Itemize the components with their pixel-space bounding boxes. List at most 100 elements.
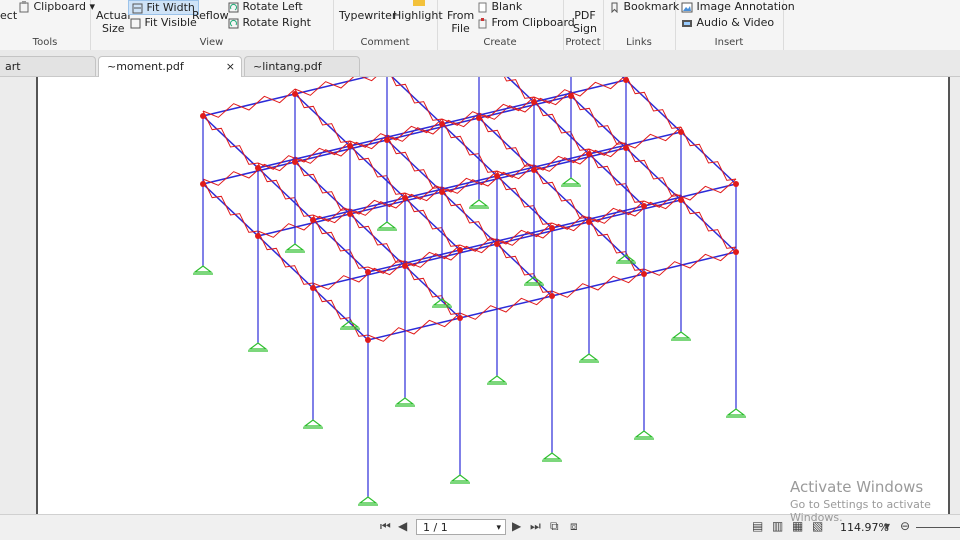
beam (202, 115, 259, 169)
rotate-right-button[interactable]: Rotate Right (228, 16, 311, 29)
beam (312, 265, 406, 289)
fixed-support-icon (561, 177, 581, 187)
moment-curve (680, 194, 737, 249)
joint-node (365, 337, 371, 343)
joint-node (292, 159, 298, 165)
single-page-view-icon[interactable]: ▤ (752, 519, 763, 533)
joint-node (733, 181, 739, 187)
tab-moment-pdf[interactable]: ~moment.pdf × (98, 56, 242, 77)
bookmark-button[interactable]: Bookmark (609, 0, 679, 13)
structural-moment-diagram (193, 22, 746, 506)
joint-node (200, 113, 206, 119)
document-area[interactable] (0, 22, 960, 514)
tab-start-label: art (5, 60, 21, 73)
pdf-sign-label-2: Sign (573, 22, 597, 35)
watermark-line-1: Activate Windows (790, 478, 924, 496)
typewriter-button[interactable]: Typewriter (339, 9, 396, 22)
tab-start[interactable]: art (0, 56, 96, 76)
fit-visible-icon (130, 18, 141, 28)
next-page-icon[interactable]: ▶ (512, 519, 521, 533)
links-group: Bookmark Links (603, 0, 679, 50)
image-annotation-label: Image Annotation (696, 0, 795, 13)
joint-node (623, 77, 629, 83)
beam (257, 213, 351, 237)
zoom-slider[interactable] (916, 527, 960, 528)
continuous-view-icon[interactable]: ▥ (772, 519, 783, 533)
activate-windows-watermark: Activate Windows Go to Settings to activ… (790, 478, 960, 524)
two-page-view-icon[interactable]: ⧈ (570, 519, 578, 534)
beam (625, 147, 682, 201)
bookmark-label: Bookmark (623, 0, 680, 13)
rotate-left-icon (228, 2, 239, 12)
first-page-icon[interactable]: ⏮ (380, 519, 391, 534)
actual-size-label-2: Size (101, 22, 125, 35)
beam (294, 139, 388, 163)
fit-visible-button[interactable]: Fit Visible (130, 16, 197, 29)
comment-group: Typewriter Highlight Comment (333, 0, 443, 50)
moment-curve (312, 282, 369, 337)
fixed-support-icon (193, 265, 213, 275)
highlight-button[interactable]: Highlight (393, 9, 443, 22)
fixed-support-icon (634, 430, 654, 440)
beam (367, 317, 461, 341)
moment-curve (202, 110, 259, 165)
fit-width-icon (132, 3, 143, 13)
rotate-left-button[interactable]: Rotate Left (228, 0, 303, 13)
tab-lintang-pdf[interactable]: ~lintang.pdf (244, 56, 360, 76)
last-page-icon[interactable]: ⏭ (530, 519, 541, 534)
fit-visible-label: Fit Visible (144, 16, 197, 29)
beam (588, 199, 682, 223)
joint-node (255, 165, 261, 171)
actual-size-button[interactable]: Actual Size (96, 9, 130, 35)
blank-button[interactable]: Blank (477, 0, 522, 13)
joint-node (476, 115, 482, 121)
joint-node (402, 263, 408, 269)
clipboard-label: Clipboard (33, 0, 87, 13)
moment-curve (570, 90, 627, 145)
beam (496, 221, 590, 245)
joint-node (310, 285, 316, 291)
beam (680, 131, 737, 185)
moment-curve (496, 238, 553, 293)
from-clipboard-button[interactable]: From Clipboard (477, 16, 575, 29)
protect-group-label: Protect (565, 37, 601, 48)
beam (202, 161, 296, 185)
pdf-page (36, 22, 950, 514)
beam (570, 27, 627, 81)
select-button[interactable]: ect (0, 9, 17, 22)
page-view-icon[interactable]: ⧉ (550, 519, 559, 534)
moment-curve (202, 178, 259, 233)
moment-curve (294, 88, 351, 143)
previous-page-icon[interactable]: ◀ (398, 519, 407, 533)
joint-node (586, 219, 592, 225)
beam (257, 145, 351, 169)
from-file-button[interactable]: From File (447, 9, 474, 35)
joint-node (347, 211, 353, 217)
pdf-sign-button[interactable]: PDF Sign (573, 9, 597, 35)
beam (202, 93, 296, 117)
close-icon[interactable]: × (226, 57, 235, 77)
fit-width-button[interactable]: Fit Width (128, 0, 199, 15)
fixed-support-icon (542, 452, 562, 462)
moment-curve (533, 164, 590, 219)
create-group: From File Blank From Clipboard Create (437, 0, 575, 50)
beam (496, 153, 590, 177)
joint-node (549, 293, 555, 299)
beam (312, 287, 369, 341)
reflow-button[interactable]: Reflow (192, 9, 229, 22)
beam (588, 221, 645, 275)
beam (533, 147, 627, 171)
audio-video-button[interactable]: Audio & Video (681, 16, 774, 29)
page-number-field[interactable]: 1 / 1 ▾ (416, 519, 506, 535)
image-annotation-button[interactable]: Image Annotation (681, 0, 795, 13)
clipboard-button[interactable]: Clipboard ▾ (18, 0, 95, 13)
comment-group-label: Comment (360, 37, 410, 48)
blank-page-icon (478, 2, 487, 12)
beam (202, 183, 259, 237)
joint-node (641, 203, 647, 209)
fixed-support-icon (469, 199, 489, 209)
beam (349, 213, 406, 267)
joint-node (641, 271, 647, 277)
joint-node (402, 195, 408, 201)
tools-group: ect Clipboard ▾ Tools (0, 0, 95, 50)
